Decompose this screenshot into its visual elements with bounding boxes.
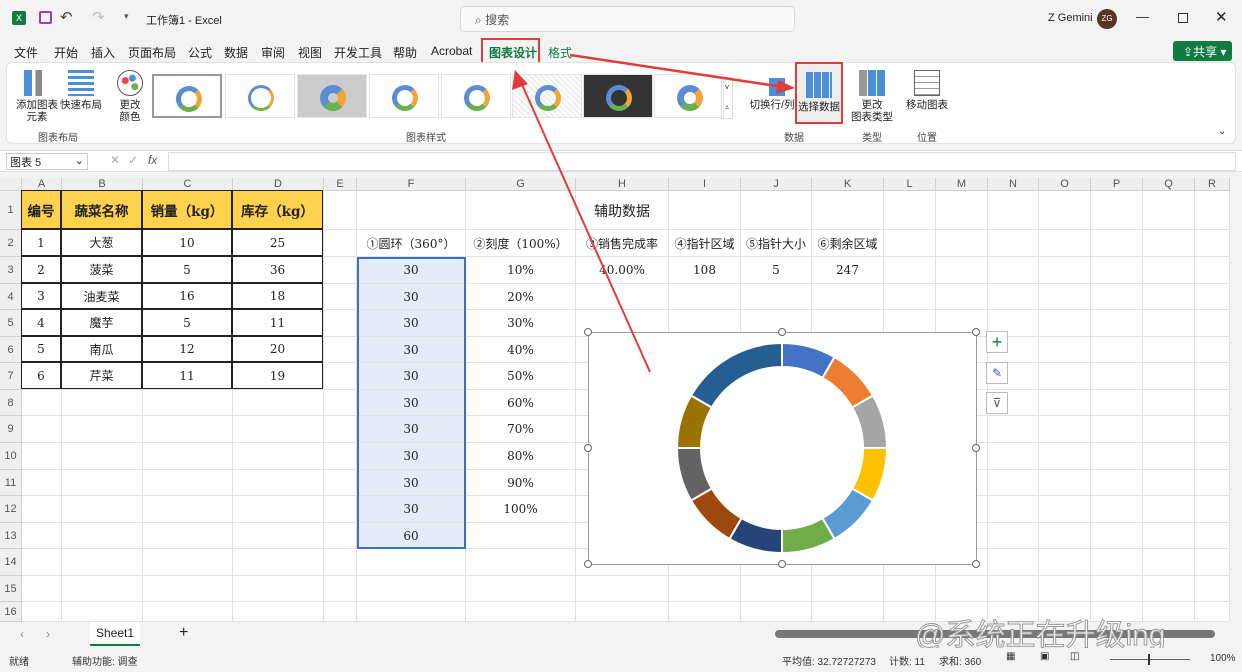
count-value: 计数: 11 [889, 657, 925, 668]
add-sheet-button[interactable]: + [179, 624, 188, 642]
ready-status: 就绪 [9, 657, 29, 668]
zoom-slider[interactable] [1110, 654, 1190, 665]
zoom-level[interactable]: 100% [1210, 653, 1236, 664]
page-break-view-icon[interactable]: ◫ [1070, 651, 1079, 662]
sum-value: 求和: 360 [939, 657, 982, 668]
sheet-tabs-bar: ‹ › Sheet1 + @系统正在升级ing [0, 619, 1242, 653]
sheet-tab-sheet1[interactable]: Sheet1 [90, 622, 140, 646]
accessibility-status[interactable]: 辅助功能: 调查 [72, 653, 138, 668]
average-value: 平均值: 32.72727273 [782, 657, 876, 668]
normal-view-icon[interactable]: ▦ [1006, 651, 1015, 662]
prev-sheet-icon[interactable]: ‹ [20, 627, 24, 641]
page-layout-view-icon[interactable]: ▣ [1040, 651, 1049, 662]
next-sheet-icon[interactable]: › [46, 627, 50, 641]
status-bar: 就绪 辅助功能: 调查 平均值: 32.72727273 计数: 11 求和: … [0, 648, 1242, 672]
annotation-arrows [512, 53, 795, 373]
